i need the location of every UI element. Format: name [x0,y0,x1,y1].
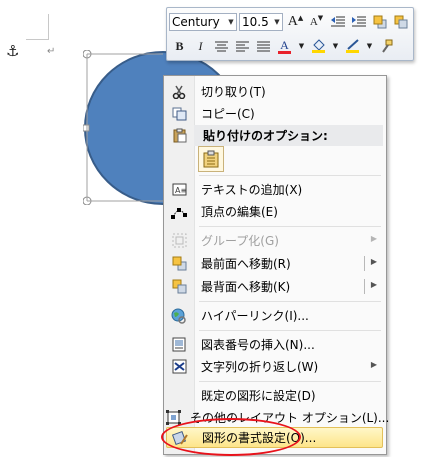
menu-item-copy[interactable]: コピー(C) [166,103,383,124]
menu-item-label: コピー(C) [201,107,255,121]
text-wrap-icon [166,356,192,377]
grow-font-icon[interactable]: A ▲ [285,12,306,32]
menu-item-send-to-back[interactable]: 最背面へ移動(K) ▶ [166,276,383,297]
paste-options-header-icon-cell [166,125,194,146]
menu-item-insert-caption[interactable]: 図表番号の挿入(N)... [166,334,383,355]
line-color-icon[interactable] [342,36,363,56]
menu-item-label: 図形の書式設定(O)... [202,431,317,445]
menu-item-text-wrap[interactable]: 文字列の折り返し(W) ▶ [166,356,383,377]
fill-color-dropdown-icon[interactable]: ▼ [329,36,342,56]
menu-item-label: 既定の図形に設定(D) [201,389,316,403]
submenu-arrow-icon[interactable]: ▶ [371,280,377,289]
empty-icon-slot [166,385,192,406]
menu-item-bring-to-front[interactable]: 最前面へ移動(R) ▶ [166,253,383,274]
paste-keep-formatting-button[interactable] [198,146,224,172]
textbox-icon: A≡ [166,179,192,200]
font-color-icon[interactable]: A [274,36,295,56]
menu-item-label: テキストの追加(X) [201,183,303,197]
increase-indent-icon[interactable] [348,12,369,32]
font-size-value: 10.5 [242,15,269,29]
scissors-icon [166,81,192,102]
submenu-arrow-icon: ▶ [370,234,377,243]
mini-toolbar: Century ▼ 10.5 ▼ A ▲ A ▼ B I A ▼ ▼ ▼ [166,7,414,61]
menu-item-label: 貼り付けのオプション: [203,129,328,143]
resize-handle [83,124,90,132]
send-backward-icon[interactable] [390,12,411,32]
font-name-combo[interactable]: Century ▼ [169,13,237,31]
copy-icon [166,103,192,124]
italic-label: I [198,38,203,53]
menu-item-label: その他のレイアウト オプション(L)... [190,411,390,425]
menu-item-group: グループ化(G) ▶ [166,230,383,251]
menu-item-cut[interactable]: 切り取り(T) [166,81,383,102]
align-center-icon[interactable] [211,36,232,56]
font-color-letter: A [280,37,289,52]
menu-item-hyperlink[interactable]: ハイパーリンク(I)... [166,305,383,326]
format-shape-icon [167,427,193,448]
shrink-font-icon[interactable]: A ▼ [306,12,327,32]
align-left-icon[interactable] [232,36,253,56]
bold-button[interactable]: B [169,36,190,56]
bring-forward-icon[interactable] [369,12,390,32]
menu-item-label: 図表番号の挿入(N)... [201,338,315,352]
paste-icon [166,125,192,146]
hyperlink-globe-icon [166,305,192,326]
dropdown-arrow-icon[interactable]: ▼ [226,18,236,26]
bring-to-front-icon [166,253,192,274]
fill-color-icon[interactable] [308,36,329,56]
paste-options-header: 貼り付けのオプション: [194,125,383,146]
paragraph-mark: ↵ [47,46,56,57]
menu-item-label: 頂点の編集(E) [201,205,278,219]
menu-item-add-text[interactable]: A≡ テキストの追加(X) [166,179,383,200]
anchor-icon: ⚓ [6,42,20,60]
menu-item-format-shape[interactable]: 図形の書式設定(O)... [166,427,383,448]
menu-item-label: グループ化(G) [201,234,279,248]
bold-label: B [175,38,184,53]
menu-item-label: 文字列の折り返し(W) [201,360,319,374]
submenu-arrow-icon[interactable]: ▶ [371,257,377,266]
menu-item-label: ハイパーリンク(I)... [201,309,309,323]
menu-item-label: 切り取り(T) [201,85,266,99]
italic-button[interactable]: I [190,36,211,56]
insert-caption-icon [166,334,192,355]
font-name-value: Century [172,15,220,29]
menu-item-label: 最前面へ移動(R) [201,257,291,271]
submenu-arrow-icon: ▶ [370,360,377,369]
layout-options-icon [166,407,181,428]
svg-text:A≡: A≡ [175,186,187,195]
edit-points-icon [166,201,192,222]
group-icon [166,230,192,251]
justify-icon[interactable] [253,36,274,56]
menu-item-label: 最背面へ移動(K) [201,280,291,294]
menu-item-set-default-shape[interactable]: 既定の図形に設定(D) [166,385,383,406]
font-color-dropdown-icon[interactable]: ▼ [295,36,308,56]
decrease-indent-icon[interactable] [327,12,348,32]
font-size-combo[interactable]: 10.5 ▼ [239,13,283,31]
line-color-dropdown-icon[interactable]: ▼ [363,36,376,56]
menu-item-edit-points[interactable]: 頂点の編集(E) [166,201,383,222]
dropdown-arrow-icon[interactable]: ▼ [272,18,282,26]
format-painter-icon[interactable] [376,36,397,56]
margin-corner-mark [26,14,49,40]
context-menu: 切り取り(T) コピー(C) 貼り付けのオプション: A≡ テキストの追加(X)… [163,75,389,455]
menu-item-more-layout-options[interactable]: その他のレイアウト オプション(L)... [166,407,389,428]
send-to-back-icon [166,276,192,297]
